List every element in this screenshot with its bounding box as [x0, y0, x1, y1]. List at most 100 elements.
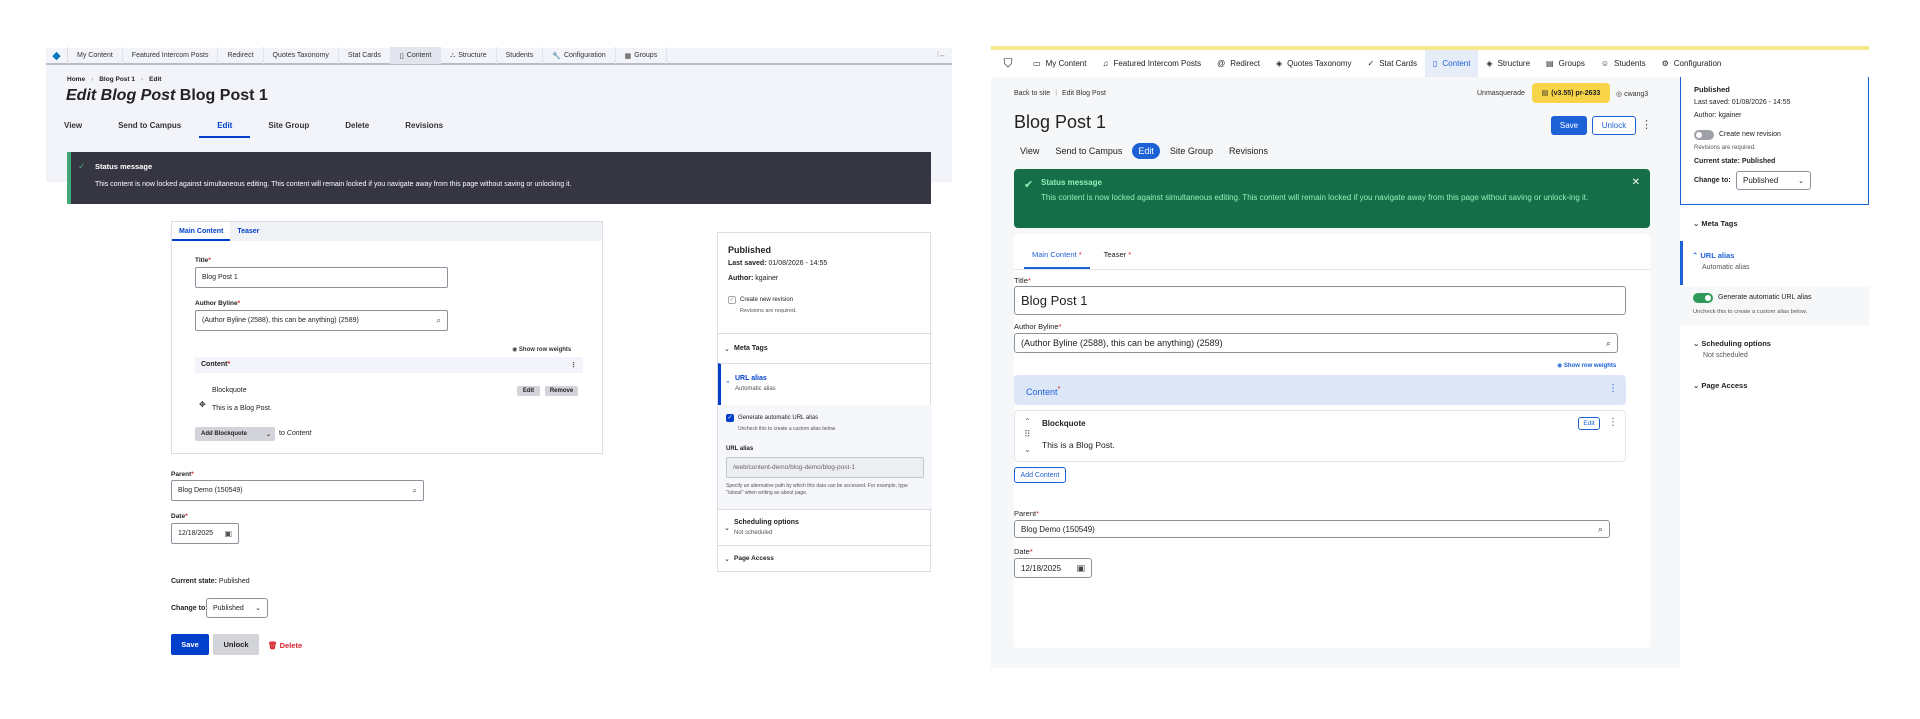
toolbar-quotes-taxonomy[interactable]: ◈ Quotes Taxonomy: [1268, 50, 1360, 77]
url-alias-details[interactable]: ⌃ URL alias Automatic alias: [718, 363, 932, 405]
generate-alias-toggle[interactable]: [1693, 293, 1713, 303]
author-byline-input[interactable]: (Author Byline (2588), this can be anyth…: [195, 310, 448, 331]
paragraph-type: Blockquote: [212, 387, 247, 394]
tab-view[interactable]: View: [46, 113, 100, 138]
edit-paragraph-button[interactable]: Edit: [517, 386, 540, 396]
calendar-icon[interactable]: ▣: [224, 529, 232, 538]
toolbar-groups[interactable]: ▤ Groups: [1538, 50, 1593, 77]
breadcrumb-node[interactable]: Blog Post 1: [99, 76, 135, 83]
create-revision-checkbox[interactable]: ✓: [728, 296, 736, 304]
delete-link[interactable]: 🗑 Delete: [268, 641, 302, 650]
scheduling-details[interactable]: ⌄ Scheduling options Not scheduled: [718, 509, 932, 545]
toolbar-content[interactable]: ▯ Content: [390, 47, 442, 64]
url-alias-details[interactable]: ⌃ URL alias Automatic alias: [1680, 241, 1869, 285]
structure-icon: ⛬: [450, 51, 456, 59]
content-paragraphs: Content * ⋮ Blockquote Edit Remove ✥ This …: [195, 357, 583, 443]
toolbar-configuration[interactable]: 🔧 Configuration: [543, 47, 616, 64]
drupal-logo-icon[interactable]: ◆: [46, 47, 68, 64]
show-row-weights-link[interactable]: ◉ Show row weights: [1557, 362, 1616, 369]
tab-teaser[interactable]: Teaser: [230, 222, 266, 241]
tab-teaser[interactable]: Teaser *: [1104, 250, 1132, 269]
save-button[interactable]: Save: [171, 634, 209, 655]
user-icon: ◎: [1616, 91, 1625, 98]
chevron-down-icon: ⌄: [724, 525, 730, 532]
tab-site-group[interactable]: Site Group: [1164, 143, 1219, 159]
meta-tags-details[interactable]: ⌄ Meta Tags: [718, 333, 932, 363]
moderation-state-select[interactable]: Published ⌄: [1736, 171, 1811, 190]
summary-text: Scheduling options: [1701, 339, 1771, 348]
unlock-button[interactable]: Unlock: [1592, 116, 1636, 135]
toolbar-students[interactable]: Students: [497, 47, 544, 64]
toolbar-orientation-toggle[interactable]: ⁞↔: [931, 52, 952, 59]
tab-site-group[interactable]: Site Group: [250, 113, 327, 138]
unmasquerade-link[interactable]: Unmasquerade: [1477, 90, 1525, 97]
breadcrumb-home[interactable]: Home: [67, 76, 85, 83]
generate-alias-label: Generate automatic URL alias: [738, 415, 819, 421]
breadcrumb-back[interactable]: Back to site: [1014, 90, 1050, 97]
user-menu[interactable]: ◎ cwang3: [1616, 90, 1648, 98]
toolbar-stat-cards[interactable]: ✓ Stat Cards: [1359, 50, 1425, 77]
tab-revisions[interactable]: Revisions: [387, 113, 461, 138]
toolbar-my-content[interactable]: ▭ My Content: [1025, 50, 1094, 77]
meta-tags-details[interactable]: ⌄ Meta Tags: [1693, 219, 1738, 228]
tab-delete[interactable]: Delete: [327, 113, 387, 138]
add-content-button[interactable]: Add Content: [1014, 467, 1066, 483]
toolbar-my-content[interactable]: My Content: [68, 47, 123, 64]
kebab-icon[interactable]: ⋮: [1608, 417, 1618, 428]
admin-toolbar: ◆ My Content Featured Intercom Posts Red…: [46, 47, 952, 65]
scheduling-details[interactable]: ⌄ Scheduling options: [1693, 339, 1771, 348]
author-byline-input[interactable]: (Author Byline (2588), this can be anyth…: [1014, 333, 1618, 353]
page-access-details[interactable]: ⌄ Page Access: [718, 545, 932, 572]
kebab-icon[interactable]: ⋮: [570, 361, 577, 369]
toolbar-stat-cards[interactable]: Stat Cards: [339, 47, 391, 64]
chevron-up-icon[interactable]: ⌃: [1024, 417, 1031, 426]
generate-alias-checkbox[interactable]: ✓: [726, 414, 734, 422]
last-saved: Last saved: 01/08/2026 - 14:55: [728, 260, 827, 267]
toolbar-redirect[interactable]: @ Redirect: [1209, 50, 1268, 77]
toolbar-structure[interactable]: ◈ Structure: [1478, 50, 1538, 77]
drag-handle-icon[interactable]: ✥: [199, 400, 206, 409]
input-value: (Author Byline (2588), this can be anyth…: [1021, 338, 1223, 348]
toolbar-configuration[interactable]: ⚙ Configuration: [1654, 50, 1730, 77]
tab-edit[interactable]: Edit: [199, 113, 251, 138]
kebab-icon[interactable]: ⋮: [1641, 118, 1652, 131]
tab-main-content[interactable]: Main Content *: [1024, 250, 1090, 269]
tab-view[interactable]: View: [1014, 143, 1045, 159]
tab-send-to-campus[interactable]: Send to Campus: [1049, 143, 1128, 159]
toolbar-featured-intercom[interactable]: Featured Intercom Posts: [123, 47, 219, 64]
toolbar-structure[interactable]: ⛬ Structure: [441, 47, 497, 64]
unlock-button[interactable]: Unlock: [213, 634, 259, 655]
page-access-details[interactable]: ⌄ Page Access: [1693, 381, 1747, 390]
toolbar-featured-intercom[interactable]: ♫ Featured Intercom Posts: [1094, 50, 1209, 77]
remove-paragraph-button[interactable]: Remove: [545, 386, 578, 396]
date-input[interactable]: 12/18/2025 ▣: [171, 523, 239, 544]
toolbar-students[interactable]: ☺ Students: [1593, 50, 1654, 77]
tab-edit[interactable]: Edit: [1132, 143, 1160, 159]
shield-logo-icon[interactable]: ⛉: [991, 50, 1025, 77]
last-saved-label: Last saved:: [728, 260, 767, 267]
toolbar-redirect[interactable]: Redirect: [218, 47, 264, 64]
paragraph-text: This is a Blog Post.: [212, 405, 272, 412]
parent-input[interactable]: Blog Demo (150549) ⌕: [171, 480, 424, 501]
create-revision-toggle[interactable]: [1694, 130, 1714, 140]
edit-paragraph-button[interactable]: Edit: [1578, 417, 1600, 430]
date-input[interactable]: 12/18/2025 ▣: [1014, 558, 1092, 578]
title-input[interactable]: Blog Post 1: [195, 267, 448, 288]
close-icon[interactable]: ✕: [1632, 177, 1640, 188]
moderation-state-select[interactable]: Published ⌄: [206, 598, 268, 618]
show-row-weights-link[interactable]: ◉ Show row weights: [512, 346, 571, 353]
drag-handle-icon[interactable]: ⠿: [1024, 429, 1031, 440]
parent-input[interactable]: Blog Demo (150549) ⌕: [1014, 520, 1610, 538]
tab-revisions[interactable]: Revisions: [1223, 143, 1274, 159]
toolbar-groups[interactable]: ▦ Groups: [616, 47, 668, 64]
toolbar-content[interactable]: ▯ Content: [1424, 50, 1479, 77]
save-button[interactable]: Save: [1551, 116, 1587, 135]
calendar-icon[interactable]: ▣: [1076, 563, 1085, 574]
tab-send-to-campus[interactable]: Send to Campus: [100, 113, 199, 138]
add-blockquote-dropbutton[interactable]: Add Blockquote ⌄: [195, 427, 275, 441]
title-input[interactable]: Blog Post 1: [1014, 286, 1626, 315]
tab-main-content[interactable]: Main Content: [172, 222, 231, 241]
chevron-down-icon[interactable]: ⌄: [1024, 445, 1031, 454]
toolbar-quotes-taxonomy[interactable]: Quotes Taxonomy: [264, 47, 339, 64]
kebab-icon[interactable]: ⋮: [1608, 383, 1618, 394]
